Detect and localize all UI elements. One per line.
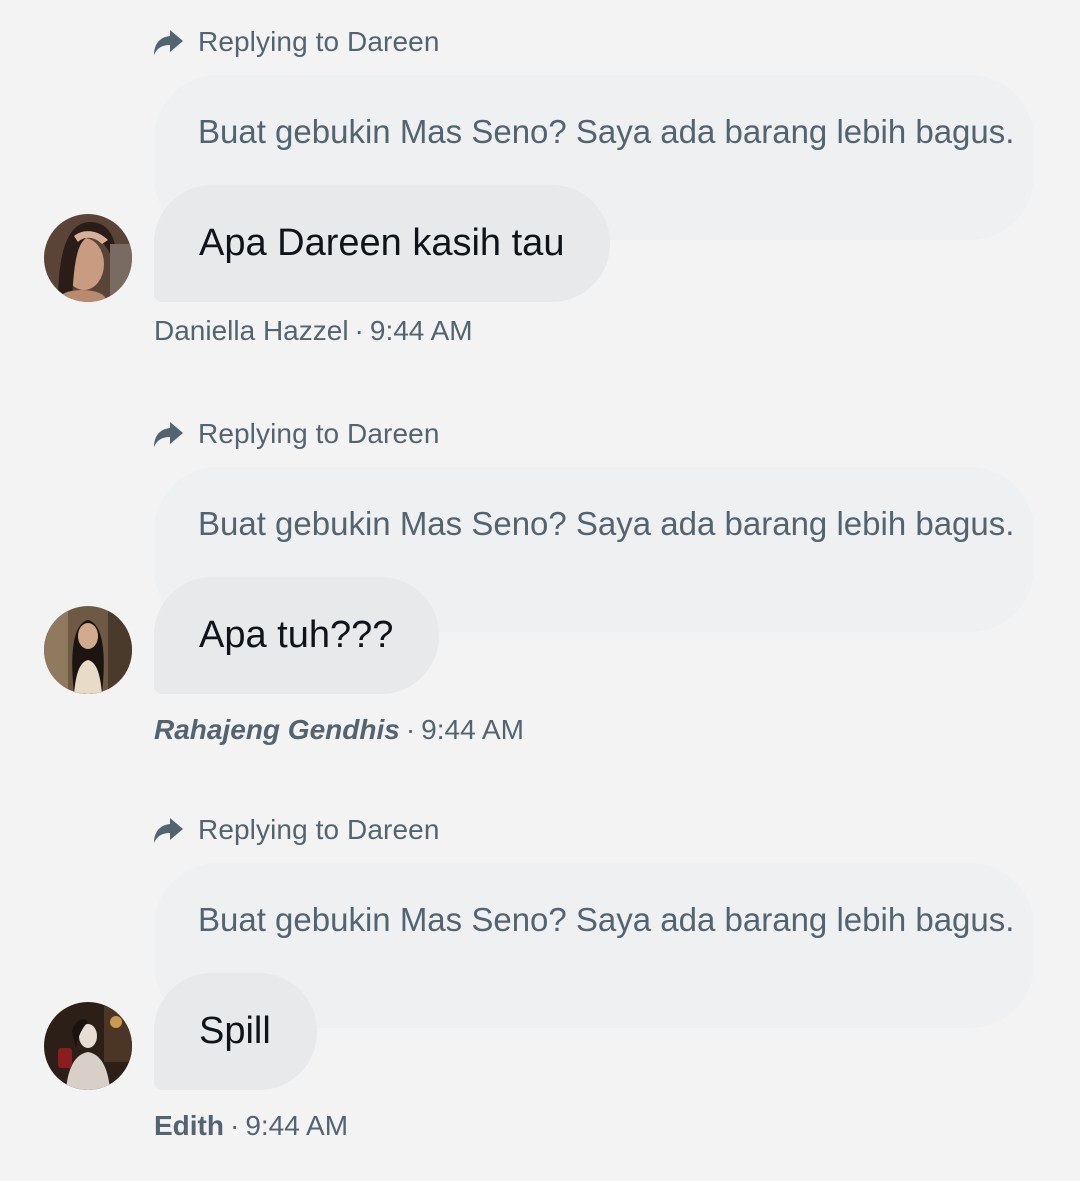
reply-arrow-icon — [152, 418, 184, 450]
message-meta: Daniella Hazzel · 9:44 AM — [154, 315, 473, 347]
timestamp: 9:44 AM — [421, 714, 524, 745]
message-text: Apa tuh??? — [199, 614, 394, 656]
meta-separator: · — [230, 1110, 240, 1141]
author-name[interactable]: Edith — [154, 1110, 224, 1141]
quoted-message-text: Buat gebukin Mas Seno? Saya ada barang l… — [198, 113, 1015, 150]
reply-arrow-icon — [152, 26, 184, 58]
reply-label: Replying to Dareen — [198, 418, 440, 449]
message-text: Spill — [199, 1010, 271, 1052]
reply-header[interactable]: Replying to Dareen — [152, 22, 440, 62]
quoted-message-text: Buat gebukin Mas Seno? Saya ada barang l… — [198, 505, 1015, 542]
meta-separator: · — [354, 315, 364, 346]
message-bubble[interactable]: Apa Dareen kasih tau — [154, 185, 611, 302]
reply-label: Replying to Dareen — [198, 814, 440, 845]
reply-header[interactable]: Replying to Dareen — [152, 414, 440, 454]
quoted-message-text: Buat gebukin Mas Seno? Saya ada barang l… — [198, 901, 1015, 938]
timestamp: 9:44 AM — [369, 315, 473, 346]
message-meta: Rahajeng Gendhis · 9:44 AM — [154, 714, 524, 746]
message-group: Replying to Dareen Buat gebukin Mas Seno… — [0, 788, 1080, 1148]
message-group: Replying to Dareen Buat gebukin Mas Seno… — [0, 392, 1080, 752]
message-meta: Edith · 9:44 AM — [154, 1110, 348, 1142]
reply-header[interactable]: Replying to Dareen — [152, 810, 440, 850]
reply-label: Replying to Dareen — [198, 26, 440, 57]
message-group: Replying to Dareen Buat gebukin Mas Seno… — [0, 0, 1080, 360]
message-bubble[interactable]: Apa tuh??? — [154, 577, 440, 694]
meta-separator: · — [405, 714, 416, 745]
reply-arrow-icon — [152, 814, 184, 846]
author-name[interactable]: Daniella Hazzel — [154, 315, 349, 346]
message-text: Apa Dareen kasih tau — [199, 222, 565, 264]
avatar[interactable] — [44, 1002, 132, 1090]
message-bubble[interactable]: Spill — [154, 973, 317, 1090]
author-name[interactable]: Rahajeng Gendhis — [154, 714, 400, 745]
avatar[interactable] — [44, 214, 132, 302]
avatar[interactable] — [44, 606, 132, 694]
timestamp: 9:44 AM — [245, 1110, 349, 1141]
